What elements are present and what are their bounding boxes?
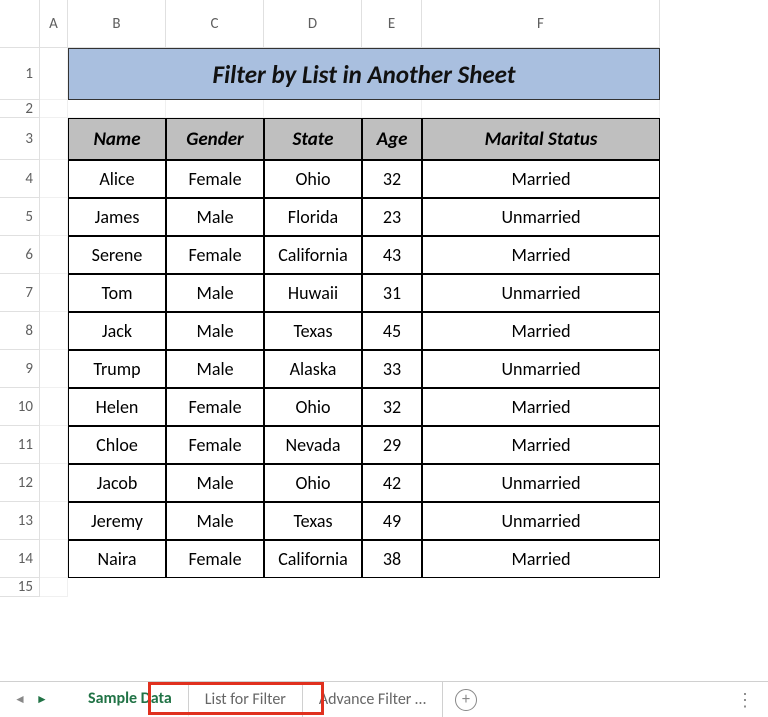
data-cell[interactable]: Married xyxy=(422,312,660,350)
data-cell[interactable]: Male xyxy=(166,312,264,350)
data-cell[interactable]: California xyxy=(264,540,362,578)
col-header-C[interactable]: C xyxy=(166,0,264,48)
data-cell[interactable]: Texas xyxy=(264,312,362,350)
data-cell[interactable]: Ohio xyxy=(264,160,362,198)
data-cell[interactable]: Married xyxy=(422,160,660,198)
data-cell[interactable]: Nevada xyxy=(264,426,362,464)
col-header-D[interactable]: D xyxy=(264,0,362,48)
row-header-9[interactable]: 9 xyxy=(0,350,40,388)
data-cell[interactable]: Unmarried xyxy=(422,502,660,540)
header-state[interactable]: State xyxy=(264,118,362,160)
data-cell[interactable]: Texas xyxy=(264,502,362,540)
col-header-E[interactable]: E xyxy=(362,0,422,48)
data-cell[interactable]: Serene xyxy=(68,236,166,274)
data-cell[interactable]: Married xyxy=(422,388,660,426)
data-cell[interactable]: 29 xyxy=(362,426,422,464)
data-cell[interactable]: 23 xyxy=(362,198,422,236)
data-cell[interactable]: Florida xyxy=(264,198,362,236)
row-header-15[interactable]: 15 xyxy=(0,578,40,597)
tab-prev-icon[interactable]: ◄ xyxy=(10,690,30,710)
data-cell[interactable]: Female xyxy=(166,426,264,464)
title-cell[interactable]: Filter by List in Another Sheet xyxy=(68,48,660,100)
row-header-12[interactable]: 12 xyxy=(0,464,40,502)
row-header-1[interactable]: 1 xyxy=(0,48,40,100)
data-cell[interactable]: Unmarried xyxy=(422,274,660,312)
data-cell[interactable]: 31 xyxy=(362,274,422,312)
add-sheet-icon[interactable]: + xyxy=(455,689,477,711)
sheet-tab[interactable]: List for Filter xyxy=(189,682,303,717)
spreadsheet-grid: A B C D E F 1 2 3 4 5 6 7 8 9 10 11 12 1… xyxy=(0,0,768,597)
tab-nav: ◄ ► xyxy=(10,690,52,710)
data-cell[interactable]: Female xyxy=(166,236,264,274)
data-cell[interactable]: Trump xyxy=(68,350,166,388)
data-cell[interactable]: Male xyxy=(166,198,264,236)
row-header-11[interactable]: 11 xyxy=(0,426,40,464)
data-cell[interactable]: Helen xyxy=(68,388,166,426)
data-cell[interactable]: Jacob xyxy=(68,464,166,502)
data-cell[interactable]: 45 xyxy=(362,312,422,350)
header-marital[interactable]: Marital Status xyxy=(422,118,660,160)
data-cell[interactable]: Unmarried xyxy=(422,198,660,236)
data-cell[interactable]: 49 xyxy=(362,502,422,540)
data-cell[interactable]: James xyxy=(68,198,166,236)
data-cell[interactable]: Unmarried xyxy=(422,464,660,502)
more-icon[interactable]: ⋮ xyxy=(736,689,754,711)
data-cell[interactable]: Alice xyxy=(68,160,166,198)
data-cell[interactable]: Male xyxy=(166,274,264,312)
row-header-2[interactable]: 2 xyxy=(0,100,40,118)
row-header-10[interactable]: 10 xyxy=(0,388,40,426)
data-cell[interactable]: Female xyxy=(166,160,264,198)
row-header-3[interactable]: 3 xyxy=(0,118,40,160)
col-header-F[interactable]: F xyxy=(422,0,660,48)
data-cell[interactable]: California xyxy=(264,236,362,274)
data-cell[interactable]: Unmarried xyxy=(422,350,660,388)
row-header-13[interactable]: 13 xyxy=(0,502,40,540)
data-cell[interactable]: 42 xyxy=(362,464,422,502)
data-cell[interactable]: 43 xyxy=(362,236,422,274)
data-cell[interactable]: Female xyxy=(166,540,264,578)
row-header-8[interactable]: 8 xyxy=(0,312,40,350)
header-gender[interactable]: Gender xyxy=(166,118,264,160)
data-cell[interactable]: Female xyxy=(166,388,264,426)
data-cell[interactable]: Alaska xyxy=(264,350,362,388)
data-cell[interactable]: Male xyxy=(166,464,264,502)
tab-next-icon[interactable]: ► xyxy=(32,690,52,710)
row-header-4[interactable]: 4 xyxy=(0,160,40,198)
row-header-7[interactable]: 7 xyxy=(0,274,40,312)
data-cell[interactable]: Married xyxy=(422,426,660,464)
data-cell[interactable]: 33 xyxy=(362,350,422,388)
col-header-A[interactable]: A xyxy=(40,0,68,48)
corner-cell[interactable] xyxy=(0,0,40,48)
data-cell[interactable]: Ohio xyxy=(264,388,362,426)
data-cell[interactable]: Male xyxy=(166,350,264,388)
data-cell[interactable]: Married xyxy=(422,236,660,274)
header-name[interactable]: Name xyxy=(68,118,166,160)
row-header-6[interactable]: 6 xyxy=(0,236,40,274)
data-cell[interactable]: Chloe xyxy=(68,426,166,464)
sheet-tab-bar: ◄ ► Sample Data List for Filter Advance … xyxy=(0,681,768,717)
header-age[interactable]: Age xyxy=(362,118,422,160)
data-cell[interactable]: 32 xyxy=(362,160,422,198)
data-cell[interactable]: Ohio xyxy=(264,464,362,502)
data-cell[interactable]: Huwaii xyxy=(264,274,362,312)
row-header-14[interactable]: 14 xyxy=(0,540,40,578)
data-cell[interactable]: 38 xyxy=(362,540,422,578)
sheet-tab-active[interactable]: Sample Data xyxy=(72,682,189,717)
sheet-tab[interactable]: Advance Filter … xyxy=(303,682,443,717)
data-cell[interactable]: Tom xyxy=(68,274,166,312)
data-cell[interactable]: 32 xyxy=(362,388,422,426)
data-cell[interactable]: Jack xyxy=(68,312,166,350)
data-cell[interactable]: Male xyxy=(166,502,264,540)
data-cell[interactable]: Naira xyxy=(68,540,166,578)
row-header-5[interactable]: 5 xyxy=(0,198,40,236)
col-header-B[interactable]: B xyxy=(68,0,166,48)
data-cell[interactable]: Jeremy xyxy=(68,502,166,540)
data-cell[interactable]: Married xyxy=(422,540,660,578)
